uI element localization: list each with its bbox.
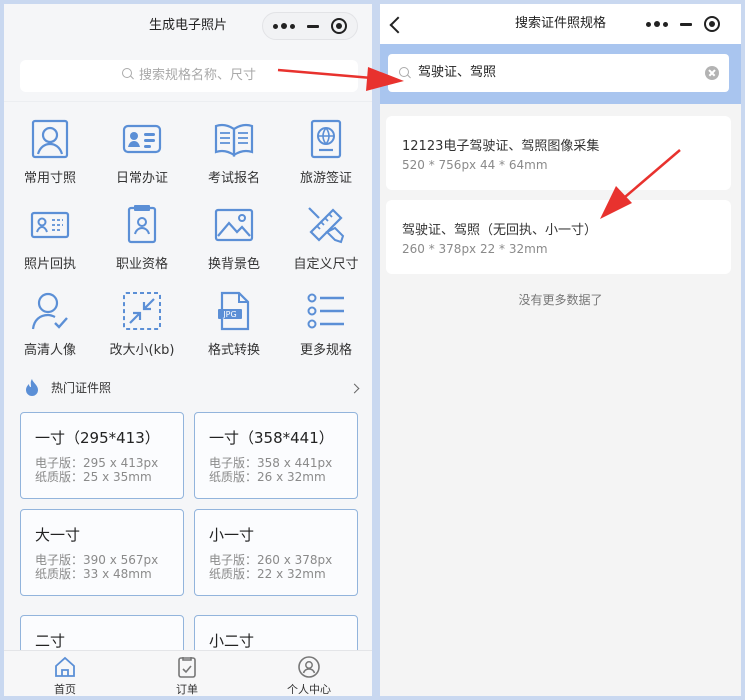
grid-item-label: 自定义尺寸 bbox=[293, 257, 359, 272]
grid-item-professional[interactable]: 职业资格 bbox=[96, 200, 188, 280]
search-icon bbox=[121, 68, 134, 80]
result-name: 12123电子驾驶证、驾照图像采集 bbox=[402, 139, 600, 154]
grid-item-label: 照片回执 bbox=[23, 257, 76, 272]
minimize-icon[interactable] bbox=[307, 25, 319, 28]
grid-item-label: 更多规格 bbox=[299, 343, 352, 358]
right-screen: 搜索证件照规格 驾驶证、驾照 12123电子驾驶证、驾照图像采集 520 * 7… bbox=[380, 4, 741, 696]
hot-section-title: 热门证件照 bbox=[51, 381, 112, 395]
no-more-data-text: 没有更多数据了 bbox=[518, 293, 603, 307]
result-name: 驾驶证、驾照（无回执、小一寸） bbox=[402, 223, 598, 238]
right-navbar: 搜索证件照规格 bbox=[380, 4, 741, 44]
chevron-right-icon[interactable] bbox=[349, 383, 360, 394]
grid-item-change-bg[interactable]: 换背景色 bbox=[188, 200, 280, 280]
spec-card-name: 小二寸 bbox=[209, 632, 255, 650]
spec-card-paper: 纸质版：33 x 48mm bbox=[35, 567, 152, 581]
grid-item-label: 换背景色 bbox=[207, 257, 260, 272]
clear-icon[interactable] bbox=[705, 66, 719, 80]
spec-card[interactable]: 小一寸 电子版：260 x 378px 纸质版：22 x 32mm bbox=[194, 509, 358, 596]
grid-item-hd-portrait[interactable]: 高清人像 bbox=[4, 286, 96, 366]
grid-item-label: 改大小(kb) bbox=[109, 343, 175, 358]
grid-item-label: 旅游签证 bbox=[299, 171, 352, 186]
miniprogram-capsule bbox=[262, 12, 358, 40]
home-icon bbox=[55, 656, 75, 677]
miniprogram-capsule bbox=[635, 10, 731, 38]
minimize-icon[interactable] bbox=[680, 23, 692, 26]
grid-item-label: 常用寸照 bbox=[23, 171, 76, 186]
passport-icon bbox=[310, 119, 342, 159]
spec-card-paper: 纸质版：26 x 32mm bbox=[209, 470, 326, 484]
person-check-icon bbox=[31, 292, 68, 330]
result-size: 260 * 378px 22 * 32mm bbox=[402, 242, 548, 256]
tab-label: 订单 bbox=[176, 683, 198, 696]
grid-item-label: 职业资格 bbox=[115, 257, 168, 272]
result-item[interactable]: 驾驶证、驾照（无回执、小一寸） 260 * 378px 22 * 32mm bbox=[386, 200, 731, 274]
tab-orders[interactable]: 订单 bbox=[126, 651, 248, 696]
spec-card[interactable]: 一寸（295*413） 电子版：295 x 413px 纸质版：25 x 35m… bbox=[20, 412, 184, 499]
grid-item-label: 格式转换 bbox=[207, 343, 260, 358]
tab-user-center[interactable]: 个人中心 bbox=[248, 651, 370, 696]
grid-item-resize-kb[interactable]: 改大小(kb) bbox=[96, 286, 188, 366]
spec-card-digital: 电子版：358 x 441px bbox=[209, 456, 333, 470]
tab-label: 个人中心 bbox=[287, 683, 331, 696]
spec-card-digital: 电子版：260 x 378px bbox=[209, 553, 333, 567]
ruler-pencil-icon bbox=[308, 207, 345, 244]
grid-item-more-specs[interactable]: 更多规格 bbox=[280, 286, 372, 366]
left-screen: 生成电子照片 搜索规格名称、尺寸 常用寸照 日常办证 考试报名 旅游签证 照片回… bbox=[4, 4, 372, 696]
bottom-tab-bar: 首页 订单 个人中心 bbox=[4, 650, 372, 696]
more-dots-icon[interactable] bbox=[646, 16, 670, 32]
spec-card-name: 大一寸 bbox=[35, 526, 81, 544]
grid-item-daily-id[interactable]: 日常办证 bbox=[96, 114, 188, 194]
open-book-icon bbox=[214, 123, 254, 158]
spec-card[interactable]: 大一寸 电子版：390 x 567px 纸质版：33 x 48mm bbox=[20, 509, 184, 596]
spec-card-paper: 纸质版：22 x 32mm bbox=[209, 567, 326, 581]
tab-home[interactable]: 首页 bbox=[4, 651, 126, 696]
search-band: 驾驶证、驾照 bbox=[380, 44, 741, 104]
grid-item-custom-size[interactable]: 自定义尺寸 bbox=[280, 200, 372, 280]
spec-card-name: 一寸（358*441） bbox=[209, 429, 334, 447]
spec-card-name: 二寸 bbox=[35, 632, 66, 650]
receipt-card-icon bbox=[30, 211, 70, 239]
result-item[interactable]: 12123电子驾驶证、驾照图像采集 520 * 756px 44 * 64mm bbox=[386, 116, 731, 190]
grid-item-common-photo[interactable]: 常用寸照 bbox=[4, 114, 96, 194]
grid-item-exam[interactable]: 考试报名 bbox=[188, 114, 280, 194]
spec-card-digital: 电子版：390 x 567px bbox=[35, 553, 159, 567]
spec-card-digital: 电子版：295 x 413px bbox=[35, 456, 159, 470]
hot-section-header[interactable]: 热门证件照 bbox=[4, 374, 372, 404]
search-area: 搜索规格名称、尺寸 bbox=[4, 48, 372, 102]
list-icon bbox=[307, 293, 344, 329]
search-icon bbox=[399, 67, 411, 79]
close-target-icon[interactable] bbox=[331, 18, 347, 34]
jpg-file-icon: JPG bbox=[218, 291, 250, 331]
search-placeholder: 搜索规格名称、尺寸 bbox=[138, 68, 256, 83]
result-size: 520 * 756px 44 * 64mm bbox=[402, 158, 548, 172]
grid-item-photo-receipt[interactable]: 照片回执 bbox=[4, 200, 96, 280]
jpg-badge-text: JPG bbox=[222, 310, 236, 319]
left-navbar: 生成电子照片 bbox=[4, 4, 372, 48]
search-input[interactable]: 驾驶证、驾照 bbox=[388, 54, 729, 92]
close-target-icon[interactable] bbox=[704, 16, 720, 32]
portrait-photo-icon bbox=[31, 119, 69, 159]
id-card-icon bbox=[122, 124, 162, 154]
spec-card-name: 小一寸 bbox=[209, 526, 255, 544]
user-center-icon bbox=[298, 656, 320, 678]
more-dots-icon[interactable] bbox=[273, 18, 297, 34]
grid-item-format-convert[interactable]: JPG 格式转换 bbox=[188, 286, 280, 366]
search-value: 驾驶证、驾照 bbox=[418, 65, 497, 80]
resize-icon bbox=[123, 292, 161, 330]
image-icon bbox=[214, 208, 254, 242]
spec-card-paper: 纸质版：25 x 35mm bbox=[35, 470, 152, 484]
grid-item-label: 高清人像 bbox=[23, 343, 76, 358]
spec-card[interactable]: 一寸（358*441） 电子版：358 x 441px 纸质版：26 x 32m… bbox=[194, 412, 358, 499]
flame-icon bbox=[26, 379, 38, 396]
grid-item-label: 日常办证 bbox=[115, 171, 168, 186]
tab-label: 首页 bbox=[54, 683, 76, 696]
grid-item-visa[interactable]: 旅游签证 bbox=[280, 114, 372, 194]
spec-card-name: 一寸（295*413） bbox=[35, 429, 160, 447]
grid-item-label: 考试报名 bbox=[207, 171, 260, 186]
search-input[interactable]: 搜索规格名称、尺寸 bbox=[20, 60, 358, 92]
order-icon bbox=[178, 657, 196, 678]
certificate-icon bbox=[127, 205, 157, 244]
